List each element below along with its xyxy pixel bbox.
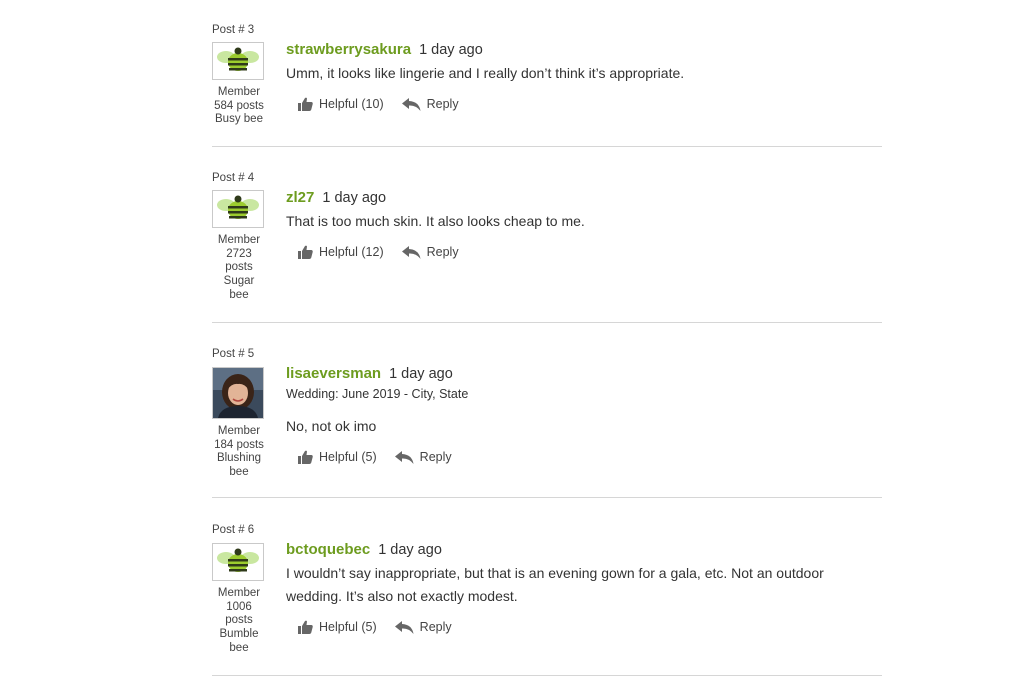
member-type: Member xyxy=(217,425,261,437)
post-text: No, not ok imo xyxy=(286,418,377,434)
reply-button[interactable]: Reply xyxy=(394,620,452,634)
member-rank: Busy bee xyxy=(215,113,263,126)
post-time: 1 day ago xyxy=(389,366,453,382)
reply-icon xyxy=(401,245,421,259)
reply-button[interactable]: Reply xyxy=(394,450,452,464)
post-count: 584 posts xyxy=(214,99,264,112)
post-number: Post # 6 xyxy=(212,524,255,536)
helpful-count: Helpful (12) xyxy=(319,245,384,259)
post-time: 1 day ago xyxy=(378,542,442,558)
helpful-count: Helpful (5) xyxy=(319,450,377,464)
helpful-button[interactable]: Helpful (5) xyxy=(298,450,377,464)
post-count: 184 posts xyxy=(214,438,264,451)
reply-button[interactable]: Reply xyxy=(401,97,459,111)
thumbs-up-icon xyxy=(298,450,313,464)
post-divider xyxy=(212,675,882,676)
post-divider xyxy=(212,497,882,498)
member-meta: Member 1006 posts Bumble bee xyxy=(212,587,266,656)
member-meta: Member 584 posts Busy bee xyxy=(212,86,266,127)
user-photo-avatar[interactable] xyxy=(212,367,264,419)
post-text: I wouldn’t say inappropriate, but that i… xyxy=(286,562,882,608)
post-divider xyxy=(212,322,882,323)
username-link[interactable]: strawberrysakura xyxy=(286,41,411,58)
username-link[interactable]: lisaeversman xyxy=(286,365,381,382)
bee-avatar-icon[interactable] xyxy=(212,190,264,228)
post-actions: Helpful (5) Reply xyxy=(298,617,882,637)
post-number: Post # 4 xyxy=(212,172,255,184)
post-text: That is too much skin. It also looks che… xyxy=(286,213,585,229)
helpful-count: Helpful (10) xyxy=(319,97,384,111)
bee-avatar-icon[interactable] xyxy=(212,543,264,581)
post-time: 1 day ago xyxy=(322,190,387,206)
post-actions: Helpful (5) Reply xyxy=(298,447,882,467)
reply-label: Reply xyxy=(426,97,459,111)
post-header: strawberrysakura 1 day ago xyxy=(286,39,882,61)
post-actions: Helpful (12) Reply xyxy=(298,242,882,262)
wedding-info: Wedding: June 2019 - City, State xyxy=(286,387,469,401)
post-number: Post # 5 xyxy=(212,348,255,360)
username-link[interactable]: bctoquebec xyxy=(286,541,370,558)
bee-avatar-icon[interactable] xyxy=(212,42,264,80)
member-type: Member xyxy=(217,587,261,599)
post-count: 1006 posts xyxy=(225,600,253,627)
member-meta: Member 184 posts Blushing bee xyxy=(212,425,266,480)
helpful-button[interactable]: Helpful (5) xyxy=(298,620,377,634)
member-rank: bee xyxy=(229,466,249,479)
post-header: lisaeversman 1 day ago xyxy=(286,363,882,385)
reply-button[interactable]: Reply xyxy=(401,245,459,259)
post-text-line: wedding. It’s also not exactly modest. xyxy=(286,588,518,604)
member-rank: Sugar xyxy=(223,275,255,288)
reply-icon xyxy=(394,620,414,634)
reply-label: Reply xyxy=(419,450,452,464)
thumbs-up-icon xyxy=(298,245,313,259)
post-header: zl27 1 day ago xyxy=(286,187,882,209)
reply-label: Reply xyxy=(426,245,459,259)
post-text-line: I wouldn’t say inappropriate, but that i… xyxy=(286,565,824,581)
author-info: Member 184 posts Blushing bee xyxy=(212,367,266,480)
helpful-button[interactable]: Helpful (10) xyxy=(298,97,384,111)
post-divider xyxy=(212,146,882,147)
thumbs-up-icon xyxy=(298,620,313,634)
helpful-button[interactable]: Helpful (12) xyxy=(298,245,384,259)
post-text: Umm, it looks like lingerie and I really… xyxy=(286,65,685,81)
member-rank: Bumble xyxy=(219,628,259,641)
member-type: Member xyxy=(217,86,261,98)
member-rank: bee xyxy=(229,288,249,301)
member-rank: Blushing xyxy=(216,452,262,465)
username-link[interactable]: zl27 xyxy=(286,189,314,206)
reply-label: Reply xyxy=(419,620,452,634)
author-info: Member 584 posts Busy bee xyxy=(212,42,266,127)
member-meta: Member 2723 posts Sugar bee xyxy=(212,234,266,303)
reply-icon xyxy=(401,97,421,111)
member-rank: bee xyxy=(229,641,249,654)
forum-thread: Post # 3 Member 584 posts Busy bee straw… xyxy=(0,0,1024,683)
post-time: 1 day ago xyxy=(419,42,483,58)
post-count: 2723 posts xyxy=(225,247,253,274)
post-header: bctoquebec 1 day ago xyxy=(286,539,882,561)
post-actions: Helpful (10) Reply xyxy=(298,94,882,114)
thumbs-up-icon xyxy=(298,97,313,111)
helpful-count: Helpful (5) xyxy=(319,620,377,634)
reply-icon xyxy=(394,450,414,464)
author-info: Member 2723 posts Sugar bee xyxy=(212,190,266,303)
member-type: Member xyxy=(217,234,261,246)
author-info: Member 1006 posts Bumble bee xyxy=(212,543,266,656)
post-number: Post # 3 xyxy=(212,24,255,36)
